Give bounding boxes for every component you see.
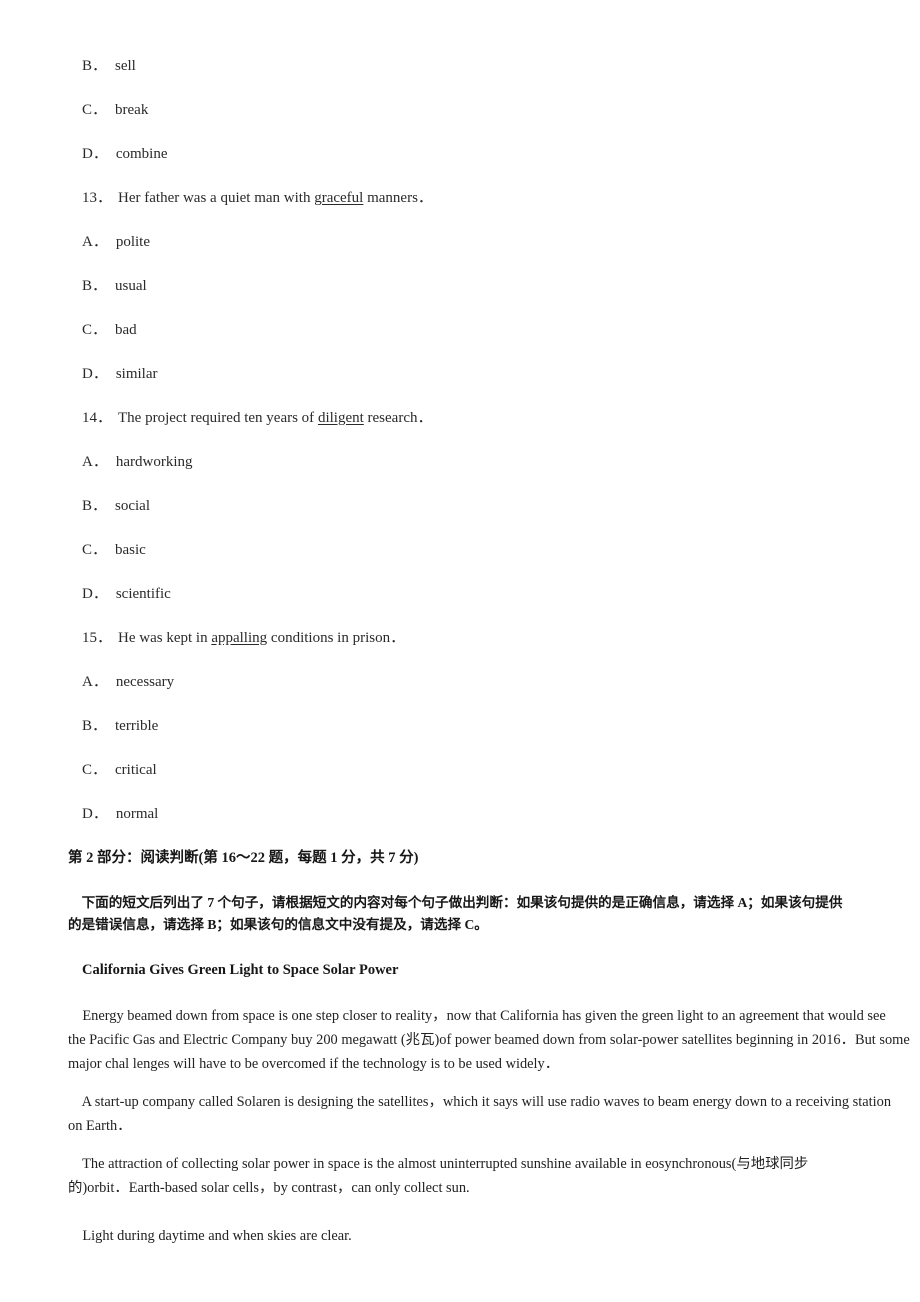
option-row[interactable]: A． hardworking: [0, 452, 920, 472]
option-letter: D．: [82, 586, 108, 602]
article-title: California Gives Green Light to Space So…: [82, 962, 399, 978]
paragraph-line: on Earth．: [68, 1118, 132, 1134]
article-paragraph: A start-up company called Solaren is des…: [68, 1090, 892, 1138]
question-key-word: graceful: [314, 190, 364, 206]
paragraph-line: A start-up company called Solaren is des…: [68, 1094, 892, 1110]
option-text: necessary: [115, 674, 175, 690]
option-text: hardworking: [115, 454, 193, 470]
option-letter: A．: [82, 454, 108, 470]
option-letter: C．: [82, 102, 108, 118]
instruction-line-1: 下面的短文后列出了 7 个句子，请根据短文的内容对每个句子做出判断：如果该句提供…: [68, 895, 843, 910]
option-row[interactable]: C． basic: [0, 540, 920, 560]
question-number: 15．: [82, 630, 113, 646]
instruction-line-2: 的是错误信息，请选择 B；如果该句的信息文中没有提及，请选择 C。: [68, 917, 488, 932]
question-stem-text: He was kept in: [118, 630, 212, 646]
paragraph-line: Energy beamed down from space is one ste…: [68, 1008, 886, 1024]
option-row[interactable]: B． usual: [0, 276, 920, 296]
option-letter: B．: [82, 58, 108, 74]
question-key-word: appalling: [211, 630, 268, 646]
paragraph-line: major chal lenges will have to be overco…: [68, 1056, 560, 1072]
option-text: usual: [115, 278, 147, 294]
part2-heading: 第 2 部分：阅读判断(第 16～22 题，每题 1 分，共 7 分): [68, 850, 419, 866]
option-letter: D．: [82, 366, 108, 382]
option-text: combine: [115, 146, 168, 162]
option-letter: B．: [82, 278, 108, 294]
option-letter: D．: [82, 806, 108, 822]
option-row[interactable]: D． similar: [0, 364, 920, 384]
option-text: polite: [115, 234, 151, 250]
article-paragraph: Energy beamed down from space is one ste…: [68, 1004, 910, 1076]
option-letter: B．: [82, 718, 108, 734]
paragraph-line: the Pacific Gas and Electric Company buy…: [68, 1032, 910, 1048]
option-text: break: [115, 102, 149, 118]
question-stem: 14． The project required ten years of dil…: [0, 408, 920, 428]
option-row[interactable]: B． sell: [0, 56, 920, 76]
option-row[interactable]: D． combine: [0, 144, 920, 164]
carryover-options-block: B． sell C． break D． combine: [0, 56, 920, 164]
option-row[interactable]: A． necessary: [0, 672, 920, 692]
option-row[interactable]: D． normal: [0, 804, 920, 824]
question-stem: 15． He was kept in appalling conditions i…: [0, 628, 920, 648]
question-stem-text: The project required ten years of: [118, 410, 318, 426]
question-13-block: 13． Her father was a quiet man with grace…: [0, 188, 920, 384]
option-letter: A．: [82, 234, 108, 250]
option-row[interactable]: C． critical: [0, 760, 920, 780]
question-number: 13．: [82, 190, 113, 206]
question-stem-tail: conditions in prison．: [267, 630, 406, 646]
option-row[interactable]: D． scientific: [0, 584, 920, 604]
option-text: scientific: [115, 586, 171, 602]
option-text: terrible: [115, 718, 159, 734]
option-row[interactable]: C． bad: [0, 320, 920, 340]
option-letter: C．: [82, 762, 108, 778]
option-text: similar: [115, 366, 158, 382]
option-letter: D．: [82, 146, 108, 162]
question-14-block: 14． The project required ten years of dil…: [0, 408, 920, 604]
option-row[interactable]: A． polite: [0, 232, 920, 252]
question-stem-tail: research．: [363, 410, 433, 426]
option-row[interactable]: B． social: [0, 496, 920, 516]
question-stem-tail: manners．: [363, 190, 433, 206]
question-key-word: diligent: [317, 410, 364, 426]
paragraph-line: Light during daytime and when skies are …: [68, 1228, 352, 1244]
option-text: social: [115, 498, 151, 514]
question-number: 14．: [82, 410, 113, 426]
option-text: bad: [115, 322, 137, 338]
option-letter: B．: [82, 498, 108, 514]
option-letter: C．: [82, 542, 108, 558]
document-page: B． sell C． break D． combine 13． Her father w…: [0, 0, 920, 1302]
article-paragraph: The attraction of collecting solar power…: [68, 1152, 868, 1200]
paragraph-line: The attraction of collecting solar power…: [68, 1156, 809, 1172]
question-stem: 13． Her father was a quiet man with grace…: [0, 188, 920, 208]
paragraph-line: 的)orbit．Earth-based solar cells，by contr…: [68, 1180, 470, 1196]
article-paragraph: Light during daytime and when skies are …: [68, 1224, 868, 1248]
question-15-block: 15． He was kept in appalling conditions i…: [0, 628, 920, 824]
option-text: basic: [115, 542, 146, 558]
option-text: normal: [115, 806, 159, 822]
option-text: sell: [115, 58, 136, 74]
option-text: critical: [115, 762, 157, 778]
option-letter: A．: [82, 674, 108, 690]
option-letter: C．: [82, 322, 108, 338]
option-row[interactable]: C． break: [0, 100, 920, 120]
question-stem-text: Her father was a quiet man with: [118, 190, 315, 206]
option-row[interactable]: B． terrible: [0, 716, 920, 736]
part2-instruction: 下面的短文后列出了 7 个句子，请根据短文的内容对每个句子做出判断：如果该句提供…: [68, 892, 868, 936]
